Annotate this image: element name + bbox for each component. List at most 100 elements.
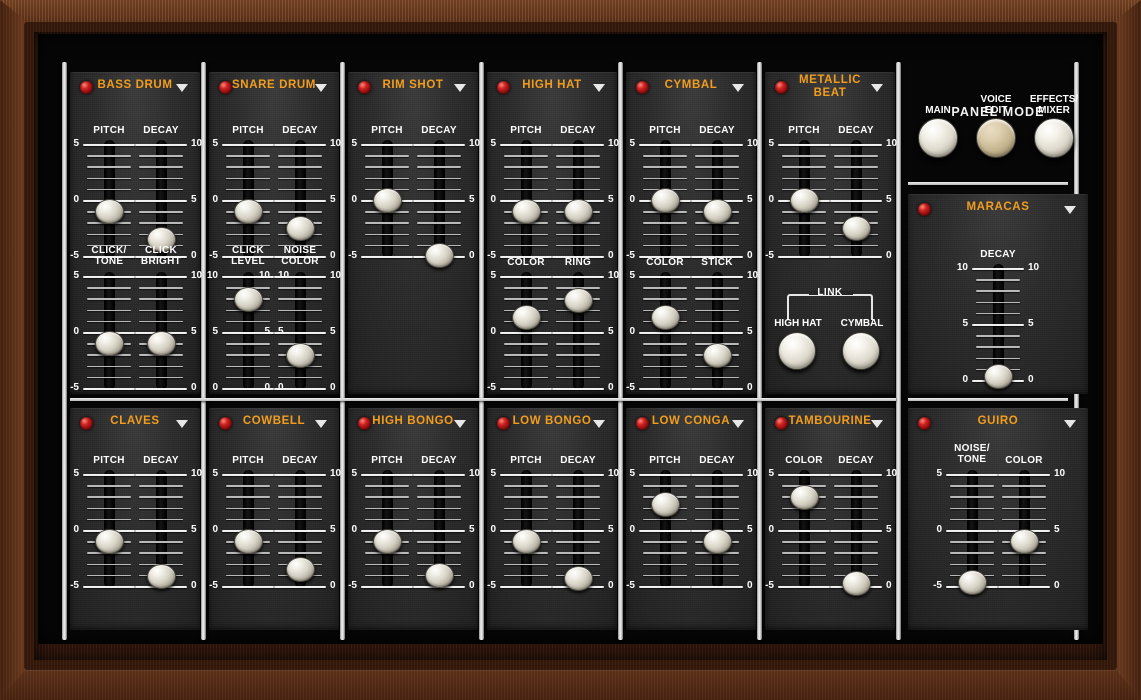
- high-hat-color-slider-knob[interactable]: [512, 304, 541, 330]
- tambourine-decay-slider-knob[interactable]: [842, 570, 871, 596]
- high-hat-pitch-slider-knob[interactable]: [512, 199, 541, 224]
- bass-drum-pitch-slider-control[interactable]: 5 0 -5: [70, 138, 135, 261]
- rim-shot-chevron-down-icon[interactable]: [454, 84, 466, 92]
- high-hat-decay-slider-knob[interactable]: [564, 199, 593, 224]
- metallic-beat-decay-slider-knob[interactable]: [842, 215, 871, 241]
- metallic-beat-chevron-down-icon[interactable]: [871, 84, 883, 92]
- high-hat-ring-slider-control[interactable]: 10 5 0: [552, 270, 619, 393]
- snare-drum-pitch-slider-knob[interactable]: [234, 199, 263, 224]
- low-bongo-pitch-slider-control[interactable]: 5 0 -5: [487, 468, 552, 591]
- high-bongo-pitch-slider-control[interactable]: 5 0 -5: [348, 468, 413, 591]
- rim-shot-decay-slider-control[interactable]: 10 5 0: [413, 138, 480, 268]
- link-high-hat-button[interactable]: [778, 332, 816, 370]
- snare-drum-noise-color-slider-knob[interactable]: [286, 343, 315, 369]
- cymbal-pitch-slider-knob[interactable]: [651, 187, 680, 213]
- low-bongo-decay-slider-control[interactable]: 10 5 0: [552, 468, 619, 592]
- claves-pitch-slider-control[interactable]: 5 0 -5: [70, 468, 135, 591]
- bass-drum-click-tone-slider-knob[interactable]: [95, 331, 124, 356]
- cymbal-color-slider-knob[interactable]: [651, 304, 680, 330]
- cowbell-decay-slider-knob[interactable]: [286, 556, 315, 582]
- high-bongo-chevron-down-icon[interactable]: [454, 420, 466, 428]
- low-bongo-pitch-slider-knob[interactable]: [512, 529, 541, 554]
- maracas-decay-slider-knob[interactable]: [984, 363, 1013, 389]
- bass-drum-click-bright-slider-knob[interactable]: [147, 331, 176, 356]
- link-cymbal-button[interactable]: [842, 332, 880, 370]
- cowbell-pitch-slider-knob[interactable]: [234, 529, 263, 554]
- claves-decay-slider-control[interactable]: 10 5 0: [135, 468, 202, 591]
- metallic-beat-pitch-slider-control[interactable]: 5 0 -5: [765, 138, 830, 261]
- low-conga-pitch-slider-control[interactable]: 5 0 -5: [626, 468, 691, 591]
- tick: [695, 177, 739, 180]
- tick: [417, 485, 461, 487]
- guiro-color-slider-knob[interactable]: [1010, 529, 1039, 554]
- bass-drum-click-tone-slider-control[interactable]: 5 0 -5: [70, 270, 135, 393]
- bass-drum-click-bright-slider-control[interactable]: 10 5 0: [135, 270, 202, 393]
- low-conga-chevron-down-icon[interactable]: [732, 420, 744, 428]
- claves-pitch-slider-knob[interactable]: [95, 529, 124, 554]
- snare-drum-pitch-slider-control[interactable]: 5 0 -5: [209, 138, 274, 261]
- bass-drum-pitch-slider-knob[interactable]: [95, 199, 124, 224]
- tick: [365, 518, 409, 521]
- snare-drum-pitch-slider-scale-value: 0: [212, 194, 218, 205]
- snare-drum-decay-slider-control[interactable]: 10 5 0: [274, 138, 341, 261]
- snare-drum-decay-slider-knob[interactable]: [286, 215, 315, 241]
- tick: [695, 485, 739, 487]
- tick: [83, 276, 135, 278]
- high-bongo-pitch-slider-knob[interactable]: [373, 529, 402, 554]
- maracas-chevron-down-icon[interactable]: [1064, 206, 1076, 214]
- claves-chevron-down-icon[interactable]: [176, 420, 188, 428]
- panel-mode-effects-button[interactable]: [1034, 118, 1074, 158]
- tick: [830, 530, 882, 532]
- high-hat-color-slider-control[interactable]: 5 0 -5: [487, 270, 552, 393]
- high-hat-chevron-down-icon[interactable]: [593, 84, 605, 92]
- cymbal-stick-slider-control[interactable]: 10 5 0: [691, 270, 758, 393]
- tambourine-decay-slider-control[interactable]: 10 5 0: [830, 468, 897, 596]
- cymbal-stick-slider-knob[interactable]: [703, 343, 732, 369]
- tick: [695, 563, 739, 566]
- metallic-beat-pitch-slider-knob[interactable]: [790, 187, 819, 213]
- panel-mode-voice-button[interactable]: [976, 118, 1016, 158]
- cymbal-decay-slider-knob[interactable]: [703, 199, 732, 224]
- tick: [226, 166, 270, 168]
- high-hat-pitch-slider-control[interactable]: 5 0 -5: [487, 138, 552, 261]
- guiro-noise-tone-slider-knob[interactable]: [958, 569, 987, 595]
- cowbell-pitch-slider-control[interactable]: 5 0 -5: [209, 468, 274, 591]
- row-separator-1: [908, 398, 1068, 401]
- bass-drum-decay-slider-control[interactable]: 10 5 0: [135, 138, 202, 261]
- cymbal-decay-slider-control[interactable]: 10 5 0: [691, 138, 758, 261]
- tambourine-chevron-down-icon[interactable]: [871, 420, 883, 428]
- bass-drum-click-tone-slider-label: CLICK/TONE: [91, 245, 127, 267]
- tick: [139, 166, 183, 168]
- claves-header: CLAVES: [70, 408, 200, 440]
- cowbell-chevron-down-icon[interactable]: [315, 420, 327, 428]
- guiro-color-slider-control[interactable]: 10 5 0: [998, 468, 1065, 591]
- snare-drum-chevron-down-icon[interactable]: [315, 84, 327, 92]
- tick: [830, 474, 882, 476]
- panel-mode-main-button[interactable]: [918, 118, 958, 158]
- high-bongo-decay-slider-control[interactable]: 10 5 0: [413, 468, 480, 591]
- tick: [639, 474, 691, 476]
- rim-shot-decay-slider-knob[interactable]: [425, 242, 454, 268]
- low-bongo-chevron-down-icon[interactable]: [593, 420, 605, 428]
- guiro-chevron-down-icon[interactable]: [1064, 420, 1076, 428]
- high-hat-decay-slider-control[interactable]: 10 5 0: [552, 138, 619, 261]
- rim-shot-pitch-slider-knob[interactable]: [373, 187, 402, 213]
- rim-shot-pitch-slider-scale-value: 5: [351, 138, 357, 149]
- cymbal-color-slider-control[interactable]: 5 0 -5: [626, 270, 691, 393]
- cymbal-pitch-slider-control[interactable]: 5 0 -5: [626, 138, 691, 261]
- bass-drum-chevron-down-icon[interactable]: [176, 84, 188, 92]
- metallic-beat-decay-slider-control[interactable]: 10 5 0: [830, 138, 897, 261]
- tick: [834, 518, 878, 521]
- snare-drum-noise-color-slider-control[interactable]: 10 10 5 5 0 0: [259, 270, 341, 393]
- low-conga-decay-slider-knob[interactable]: [703, 529, 732, 554]
- guiro-noise-tone-slider-control[interactable]: 5 0 -5: [933, 468, 998, 595]
- rim-shot-pitch-slider-control[interactable]: 5 0 -5: [348, 138, 413, 261]
- tambourine-color-slider-control[interactable]: 5 0 -5: [765, 468, 830, 591]
- snare-drum-decay-slider-label: DECAY: [282, 125, 318, 136]
- rim-shot-pitch-slider-scale-value: -5: [348, 250, 357, 261]
- maracas-decay-slider-control[interactable]: 10 10 5 5 0 0: [957, 262, 1039, 389]
- low-conga-pitch-slider-knob[interactable]: [651, 491, 680, 517]
- low-conga-decay-slider-control[interactable]: 10 5 0: [691, 468, 758, 591]
- cymbal-chevron-down-icon[interactable]: [732, 84, 744, 92]
- cowbell-decay-slider-control[interactable]: 10 5 0: [274, 468, 341, 591]
